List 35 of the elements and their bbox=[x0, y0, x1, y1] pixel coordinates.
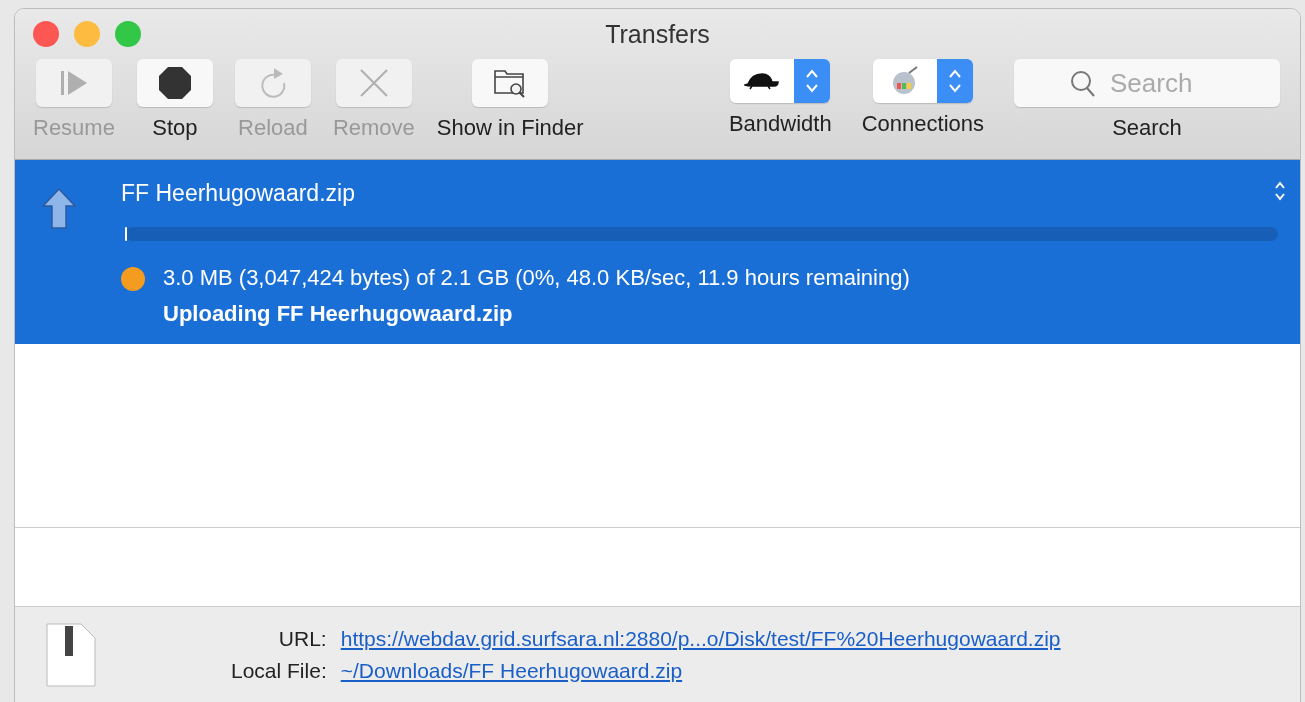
close-window-button[interactable] bbox=[33, 21, 59, 47]
stepper-icon bbox=[1274, 180, 1286, 202]
search-icon bbox=[1070, 70, 1096, 98]
status-text: Uploading FF Heerhugowaard.zip bbox=[163, 301, 514, 327]
zoom-window-button[interactable] bbox=[115, 21, 141, 47]
file-name: FF Heerhugowaard.zip bbox=[121, 180, 355, 207]
toolbar-label: Reload bbox=[238, 115, 308, 141]
progress-text: 3.0 MB (3,047,424 bytes) of 2.1 GB (0%, 48.0 KB/sec, 11.9 hours remaining) bbox=[163, 265, 910, 291]
bandwidth-popup[interactable] bbox=[730, 59, 831, 103]
search-field[interactable]: Search bbox=[1014, 59, 1280, 107]
finder-button[interactable] bbox=[472, 59, 549, 107]
resume-icon bbox=[58, 70, 89, 96]
url-link[interactable]: https://webdav.grid.surfsara.nl:2880/p...o/Disk/test/FF%20Heerhugowaard.zip bbox=[340, 627, 1061, 651]
connections-popup[interactable] bbox=[872, 59, 973, 103]
toolbar-label: Remove bbox=[332, 115, 415, 141]
toolbar-label: Search bbox=[1112, 115, 1182, 141]
stepper-icon bbox=[947, 68, 962, 94]
local-file-link[interactable]: ~/Downloads/FF Heerhugowaard.zip bbox=[340, 659, 1061, 683]
zip-file-icon bbox=[45, 622, 97, 688]
toolbar-label: Show in Finder bbox=[436, 115, 584, 141]
turtle-icon bbox=[744, 72, 781, 90]
transfer-row[interactable]: FF Heerhugowaard.zip 3.0 MB (3,047,424 bytes) of 2.1 GB (0%, 48.0 KB/sec, 11.9 hours remaining) Uploading FF Heerhugowaard.zip bbox=[15, 160, 1300, 344]
stepper-icon bbox=[805, 68, 820, 94]
stop-button[interactable] bbox=[136, 59, 213, 107]
url-label: URL: bbox=[277, 627, 327, 651]
window-title: Transfers bbox=[605, 19, 710, 48]
stop-icon bbox=[157, 66, 192, 100]
toolbar-label: Bandwidth bbox=[728, 111, 832, 137]
toolbar-label: Resume bbox=[33, 115, 115, 141]
minimize-window-button[interactable] bbox=[74, 21, 100, 47]
upload-arrow-icon bbox=[41, 188, 77, 232]
toolbar-label: Connections bbox=[861, 111, 984, 137]
toolbar-label: Stop bbox=[152, 115, 198, 141]
close-icon bbox=[358, 68, 389, 98]
local-file-label: Local File: bbox=[231, 659, 327, 683]
